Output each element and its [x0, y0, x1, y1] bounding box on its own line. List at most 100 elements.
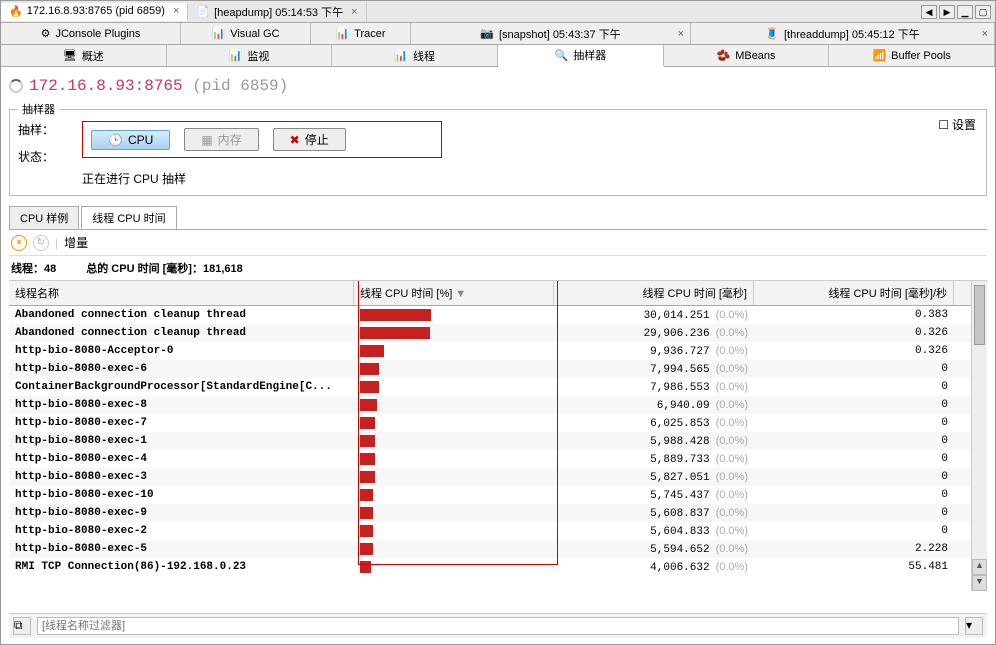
- table-row[interactable]: http-bio-8080-exec-25,604.833(0.0%)0: [9, 522, 987, 540]
- threads-summary: 线程：48: [11, 260, 56, 276]
- chart-icon: 📊: [335, 27, 349, 40]
- close-icon[interactable]: ×: [982, 28, 988, 40]
- cell-thread-name: http-bio-8080-exec-8: [9, 397, 354, 413]
- col-cpu-percent[interactable]: 线程 CPU 时间 [%]▼: [354, 281, 554, 305]
- clock-icon: 🕒: [108, 133, 123, 147]
- table-row[interactable]: ContainerBackgroundProcessor[StandardEng…: [9, 378, 987, 396]
- cell-cpu-rate: 0: [754, 379, 954, 395]
- col-cpu-percent-label: 线程 CPU 时间 [%]: [360, 288, 452, 300]
- snapshot-icon: 📷: [480, 27, 494, 40]
- tab-thread-cpu-time[interactable]: 线程 CPU 时间: [81, 206, 176, 229]
- top-tab-jmx-label: 172.16.8.93:8765 (pid 6859): [27, 5, 165, 17]
- page-title: 172.16.8.93:8765 (pid 6859): [29, 77, 288, 95]
- table-row[interactable]: http-bio-8080-exec-67,994.565(0.0%)0: [9, 360, 987, 378]
- cell-thread-name: http-bio-8080-Acceptor-0: [9, 343, 354, 359]
- top-tab-heapdump[interactable]: 📄 [heapdump] 05:14:53 下午 ×: [188, 2, 366, 22]
- cell-cpu-bar: [354, 505, 554, 521]
- tab-label: 线程: [413, 48, 435, 64]
- tab-cpu-samples[interactable]: CPU 样例: [9, 206, 79, 229]
- cell-cpu-bar: [354, 343, 554, 359]
- table-row[interactable]: RMI TCP Connection(86)-192.168.0.234,006…: [9, 558, 987, 576]
- cell-cpu-rate: 0: [754, 415, 954, 431]
- spinner-icon: [9, 79, 23, 93]
- table-row[interactable]: http-bio-8080-exec-105,745.437(0.0%)0: [9, 486, 987, 504]
- cell-cpu-rate: 0.383: [754, 307, 954, 323]
- table-row[interactable]: http-bio-8080-exec-55,594.652(0.0%)2.228: [9, 540, 987, 558]
- plugin-tab-bar: ⚙JConsole Plugins 📊Visual GC 📊Tracer 📷[s…: [1, 23, 995, 45]
- table-row[interactable]: http-bio-8080-exec-15,988.428(0.0%)0: [9, 432, 987, 450]
- table-row[interactable]: http-bio-8080-exec-45,889.733(0.0%)0: [9, 450, 987, 468]
- pause-button[interactable]: ⏸: [11, 235, 27, 251]
- sample-buttons-box: 🕒CPU ▦内存 ✖停止: [82, 121, 442, 158]
- table-row[interactable]: Abandoned connection cleanup thread30,01…: [9, 306, 987, 324]
- top-tab-jmx[interactable]: 🔥 172.16.8.93:8765 (pid 6859) ×: [1, 3, 188, 21]
- title-pid: (pid 6859): [192, 77, 288, 95]
- view-tab-bar: 🖥概述 📊监视 📊线程 🔍抽样器 🫘MBeans 📶Buffer Pools: [1, 45, 995, 67]
- nav-left-button[interactable]: ◀: [921, 5, 937, 19]
- vertical-scrollbar[interactable]: ▲ ▼: [971, 281, 987, 591]
- cell-cpu-bar: [354, 415, 554, 431]
- cell-cpu-bar: [354, 559, 554, 575]
- tab-threaddump[interactable]: 🧵[threaddump] 05:45:12 下午×: [691, 23, 995, 44]
- tab-buffer-pools[interactable]: 📶Buffer Pools: [829, 45, 995, 66]
- top-tab-heap-label: [heapdump] 05:14:53 下午: [214, 4, 343, 20]
- cell-cpu-bar: [354, 541, 554, 557]
- scroll-up-arrow[interactable]: ▲: [972, 559, 987, 575]
- settings-label: 设置: [952, 116, 976, 133]
- settings-checkbox[interactable]: ☐ 设置: [938, 116, 976, 133]
- tab-label: MBeans: [735, 50, 775, 62]
- profiler-window: 🔥 172.16.8.93:8765 (pid 6859) × 📄 [heapd…: [0, 0, 996, 645]
- tab-monitor[interactable]: 📊监视: [167, 45, 333, 66]
- close-icon[interactable]: ×: [351, 6, 357, 18]
- tab-overview[interactable]: 🖥概述: [1, 45, 167, 66]
- cell-cpu-rate: 0.326: [754, 343, 954, 359]
- table-row[interactable]: http-bio-8080-Acceptor-09,936.727(0.0%)0…: [9, 342, 987, 360]
- tab-tracer[interactable]: 📊Tracer: [311, 23, 411, 44]
- chart-icon: 📊: [211, 27, 225, 40]
- col-cpu-ms[interactable]: 线程 CPU 时间 [毫秒]: [554, 281, 754, 305]
- cell-cpu-bar: [354, 451, 554, 467]
- stop-button[interactable]: ✖停止: [273, 128, 346, 151]
- col-thread-name[interactable]: 线程名称: [9, 281, 354, 305]
- cell-cpu-rate: 0.326: [754, 325, 954, 341]
- minimize-button[interactable]: ▁: [957, 5, 973, 19]
- filter-type-button[interactable]: ⧉: [13, 617, 31, 635]
- cpu-button[interactable]: 🕒CPU: [91, 130, 170, 150]
- memory-button-label: 内存: [218, 131, 242, 148]
- table-body[interactable]: Abandoned connection cleanup thread30,01…: [9, 306, 987, 606]
- tab-label: 概述: [82, 48, 104, 64]
- scrollbar-thumb[interactable]: [974, 285, 985, 345]
- maximize-button[interactable]: ▢: [975, 5, 991, 19]
- inner-tab-bar: CPU 样例 线程 CPU 时间: [9, 206, 987, 230]
- sort-desc-icon: ▼: [455, 288, 466, 300]
- col-cpu-rate[interactable]: 线程 CPU 时间 [毫秒]/秒: [754, 281, 954, 305]
- window-controls: ◀ ▶ ▁ ▢: [921, 5, 995, 19]
- tab-label: 抽样器: [573, 47, 606, 63]
- tab-threads[interactable]: 📊线程: [332, 45, 498, 66]
- results-toolbar: ⏸ ↻ | 增量: [9, 230, 987, 256]
- scroll-down-arrow[interactable]: ▼: [972, 575, 987, 591]
- cell-cpu-ms: 30,014.251(0.0%): [554, 307, 754, 324]
- tab-mbeans[interactable]: 🫘MBeans: [664, 45, 830, 66]
- memory-button[interactable]: ▦内存: [184, 128, 258, 151]
- tab-sampler[interactable]: 🔍抽样器: [498, 45, 664, 67]
- close-icon[interactable]: ×: [173, 5, 179, 17]
- filter-input[interactable]: [37, 617, 959, 635]
- refresh-button[interactable]: ↻: [33, 235, 49, 251]
- table-row[interactable]: Abandoned connection cleanup thread29,90…: [9, 324, 987, 342]
- cell-cpu-bar: [354, 469, 554, 485]
- nav-right-button[interactable]: ▶: [939, 5, 955, 19]
- tab-visual-gc[interactable]: 📊Visual GC: [181, 23, 311, 44]
- title-host: 172.16.8.93:8765: [29, 77, 183, 95]
- tab-snapshot[interactable]: 📷[snapshot] 05:43:37 下午×: [411, 23, 691, 44]
- status-value: 正在进行 CPU 抽样: [82, 170, 442, 187]
- filter-dropdown-button[interactable]: ▾: [965, 617, 983, 635]
- tab-jconsole-plugins[interactable]: ⚙JConsole Plugins: [1, 23, 181, 44]
- table-row[interactable]: http-bio-8080-exec-76,025.853(0.0%)0: [9, 414, 987, 432]
- table-row[interactable]: http-bio-8080-exec-95,608.837(0.0%)0: [9, 504, 987, 522]
- cell-thread-name: http-bio-8080-exec-6: [9, 361, 354, 377]
- table-row[interactable]: http-bio-8080-exec-86,940.09(0.0%)0: [9, 396, 987, 414]
- close-icon[interactable]: ×: [678, 28, 684, 40]
- cell-cpu-ms: 7,994.565(0.0%): [554, 361, 754, 378]
- table-row[interactable]: http-bio-8080-exec-35,827.051(0.0%)0: [9, 468, 987, 486]
